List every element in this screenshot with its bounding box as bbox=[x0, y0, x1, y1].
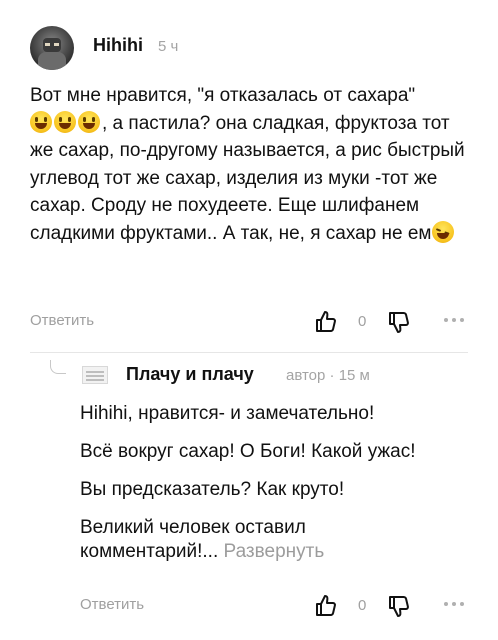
avatar[interactable] bbox=[82, 366, 108, 384]
more-dots-icon[interactable] bbox=[444, 318, 466, 326]
reply-text: Hihihi, нравится- и замечательно! Всё во… bbox=[80, 402, 480, 578]
comment-time: 5 ч bbox=[158, 38, 179, 55]
comment-actions: Ответить 0 bbox=[30, 310, 470, 334]
avatar-eye-left bbox=[45, 43, 50, 46]
laughing-squint-emoji-icon bbox=[431, 220, 454, 243]
comment-text-line2: , а пастила? она сладкая, фруктоза bbox=[102, 112, 417, 134]
grinning-face-emoji-icon bbox=[54, 110, 76, 133]
like-count: 0 bbox=[358, 313, 367, 330]
grinning-face-emoji-icon bbox=[30, 110, 52, 133]
thumb-down-icon[interactable] bbox=[387, 310, 411, 334]
thumb-down-icon[interactable] bbox=[387, 594, 411, 618]
reply-button[interactable]: Ответить bbox=[30, 312, 94, 329]
reply-line: Всё вокруг сахар! О Боги! Какой ужас! bbox=[80, 441, 416, 462]
reply-line: Вы предсказатель? Как круто! bbox=[80, 479, 345, 500]
thumb-up-icon[interactable] bbox=[314, 310, 338, 334]
grinning-face-emoji-icon bbox=[78, 110, 100, 133]
divider bbox=[30, 352, 468, 353]
comment-header: Hihihi 5 ч bbox=[30, 22, 470, 72]
thumb-up-icon[interactable] bbox=[314, 594, 338, 618]
thread-connector-icon bbox=[50, 360, 66, 374]
comment-author[interactable]: Hihihi bbox=[93, 35, 143, 56]
reply-line: Hihihi, нравится- и замечательно! bbox=[80, 403, 375, 424]
comment-text-line1: Вот мне нравится, "я отказалась от сахар… bbox=[30, 85, 416, 106]
comment-text: Вот мне нравится, "я отказалась от сахар… bbox=[30, 82, 476, 248]
expand-link[interactable]: Развернуть bbox=[224, 541, 325, 562]
like-count: 0 bbox=[358, 597, 367, 614]
avatar-figure bbox=[38, 52, 66, 70]
reply-meta: автор · 15 м bbox=[286, 367, 370, 384]
avatar[interactable] bbox=[30, 26, 74, 70]
reply-actions: Ответить 0 bbox=[80, 594, 470, 618]
avatar-eye-right bbox=[54, 43, 59, 46]
reply-author[interactable]: Плачу и плачу bbox=[126, 364, 254, 385]
reply-line-last: Великий человек оставил комментарий!... … bbox=[80, 516, 370, 564]
reply-button[interactable]: Ответить bbox=[80, 596, 144, 613]
more-dots-icon[interactable] bbox=[444, 602, 466, 610]
